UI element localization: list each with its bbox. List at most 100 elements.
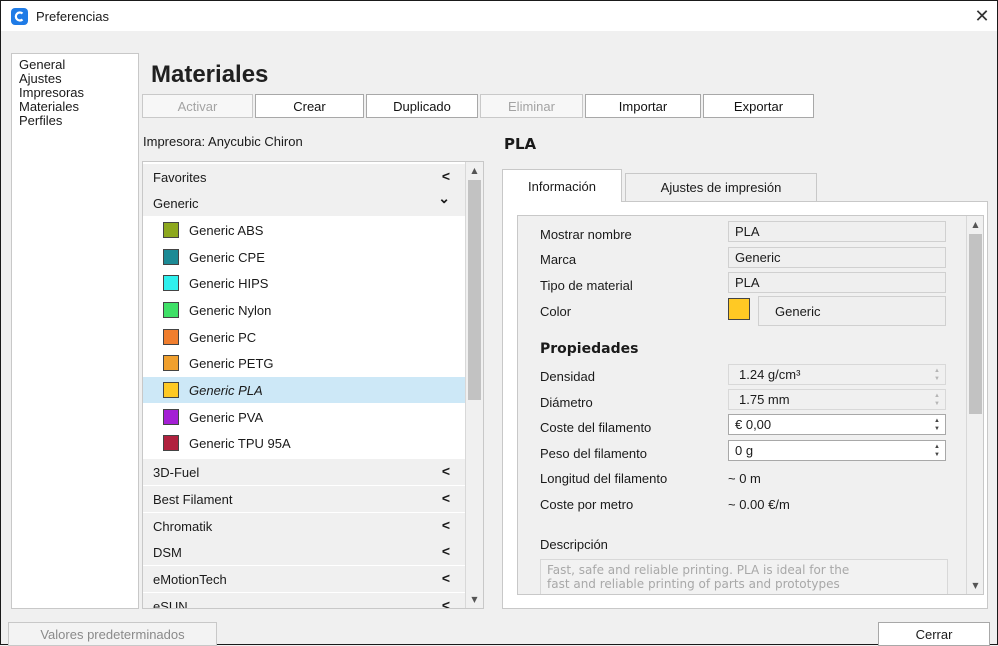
color-swatch bbox=[163, 409, 179, 425]
sidebar-item-general[interactable]: General bbox=[19, 58, 138, 72]
material-label: Generic PC bbox=[189, 329, 257, 345]
category-emotiontech[interactable]: eMotionTech < bbox=[143, 566, 465, 592]
material-label: Generic ABS bbox=[189, 222, 264, 238]
filament-weight-spinbox[interactable]: 0 g ▲ ▼ bbox=[728, 440, 946, 461]
properties-heading: Propiedades bbox=[540, 341, 639, 357]
materials-list-scrollbar[interactable]: ▲ ▼ bbox=[465, 162, 483, 608]
material-item-generic-pc[interactable]: Generic PC bbox=[143, 324, 465, 350]
material-item-generic-tpu-95a[interactable]: Generic TPU 95A bbox=[143, 430, 465, 456]
preferences-window: Preferencias ✕ General Ajustes Impresora… bbox=[0, 0, 998, 646]
category-chromatik[interactable]: Chromatik < bbox=[143, 513, 465, 539]
display-name-field[interactable]: PLA bbox=[728, 221, 946, 242]
scroll-down-icon[interactable]: ▼ bbox=[466, 591, 483, 608]
material-label: Generic HIPS bbox=[189, 275, 269, 291]
scrollbar-thumb[interactable] bbox=[468, 180, 481, 400]
delete-button[interactable]: Eliminar bbox=[480, 94, 583, 118]
display-name-label: Mostrar nombre bbox=[540, 227, 632, 242]
material-item-generic-pla[interactable]: Generic PLA bbox=[143, 377, 465, 403]
diameter-label: Diámetro bbox=[540, 395, 593, 410]
color-swatch bbox=[163, 382, 179, 398]
scroll-up-icon[interactable]: ▲ bbox=[466, 162, 483, 179]
category-label: Chromatik bbox=[153, 518, 213, 534]
material-type-field[interactable]: PLA bbox=[728, 272, 946, 293]
duplicate-button[interactable]: Duplicado bbox=[366, 94, 478, 118]
brand-field[interactable]: Generic bbox=[728, 247, 946, 268]
filament-cost-value: € 0,00 bbox=[735, 417, 772, 432]
category-label: Generic bbox=[153, 195, 199, 211]
color-swatch bbox=[163, 275, 179, 291]
sidebar-item-perfiles[interactable]: Perfiles bbox=[19, 114, 138, 128]
category-label: eSUN bbox=[153, 598, 188, 609]
chevron-left-icon: < bbox=[441, 168, 450, 184]
color-label: Color bbox=[540, 304, 572, 319]
material-label: Generic CPE bbox=[189, 249, 265, 265]
material-item-generic-pva[interactable]: Generic PVA bbox=[143, 404, 465, 430]
reset-defaults-button[interactable]: Valores predeterminados bbox=[8, 622, 217, 646]
chevron-left-icon: < bbox=[441, 570, 450, 586]
filament-cost-spinbox[interactable]: € 0,00 ▲ ▼ bbox=[728, 414, 946, 435]
close-button[interactable]: Cerrar bbox=[878, 622, 990, 646]
category-favorites[interactable]: Favorites < bbox=[143, 164, 465, 190]
chevron-left-icon: < bbox=[441, 597, 450, 609]
sidebar-item-impresoras[interactable]: Impresoras bbox=[19, 86, 138, 100]
material-item-generic-nylon[interactable]: Generic Nylon bbox=[143, 297, 465, 323]
material-type-label: Tipo de material bbox=[540, 278, 633, 293]
materials-list[interactable]: Favorites < Generic ⌄ Generic ABS Generi… bbox=[142, 161, 484, 609]
sidebar-item-ajustes[interactable]: Ajustes bbox=[19, 72, 138, 86]
color-swatch bbox=[163, 222, 179, 238]
import-button[interactable]: Importar bbox=[585, 94, 701, 118]
material-item-generic-abs[interactable]: Generic ABS bbox=[143, 217, 465, 243]
filament-weight-value: 0 g bbox=[735, 443, 754, 458]
color-name-field[interactable]: Generic bbox=[758, 296, 946, 326]
activate-button[interactable]: Activar bbox=[142, 94, 253, 118]
cost-per-meter-label: Coste por metro bbox=[540, 497, 634, 512]
tab-ajustes-impresion[interactable]: Ajustes de impresión bbox=[625, 173, 817, 202]
export-button[interactable]: Exportar bbox=[703, 94, 814, 118]
category-best-filament[interactable]: Best Filament < bbox=[143, 486, 465, 512]
create-button[interactable]: Crear bbox=[255, 94, 364, 118]
density-spinbox[interactable]: 1.24 g/cm³ ▲ ▼ bbox=[728, 364, 946, 385]
material-label: Generic PVA bbox=[189, 409, 264, 425]
cost-per-meter-value: ~ 0.00 €/m bbox=[728, 497, 790, 512]
material-label: Generic PLA bbox=[189, 382, 263, 398]
category-esun[interactable]: eSUN < bbox=[143, 593, 465, 609]
material-item-generic-cpe[interactable]: Generic CPE bbox=[143, 244, 465, 270]
material-item-generic-hips[interactable]: Generic HIPS bbox=[143, 270, 465, 296]
color-swatch bbox=[163, 302, 179, 318]
color-swatch bbox=[163, 329, 179, 345]
density-value: 1.24 g/cm³ bbox=[739, 367, 801, 382]
category-label: eMotionTech bbox=[153, 571, 227, 587]
spinner-arrows-icon: ▲ ▼ bbox=[934, 392, 940, 407]
description-line: Fast, safe and reliable printing. PLA is… bbox=[547, 563, 850, 577]
material-label: Generic PETG bbox=[189, 355, 274, 371]
color-swatch-button[interactable] bbox=[728, 298, 750, 320]
category-label: Favorites bbox=[153, 169, 207, 185]
category-generic[interactable]: Generic ⌄ bbox=[143, 190, 465, 216]
diameter-spinbox[interactable]: 1.75 mm ▲ ▼ bbox=[728, 389, 946, 410]
category-label: Best Filament bbox=[153, 491, 233, 507]
filament-cost-label: Coste del filamento bbox=[540, 420, 652, 435]
scrollbar-thumb[interactable] bbox=[969, 234, 982, 414]
filament-length-value: ~ 0 m bbox=[728, 471, 761, 486]
info-panel-scrollbar[interactable]: ▲ ▼ bbox=[966, 216, 983, 594]
material-label: Generic TPU 95A bbox=[189, 435, 291, 451]
chevron-left-icon: < bbox=[441, 543, 450, 559]
spinner-arrows-icon[interactable]: ▲ ▼ bbox=[929, 441, 945, 460]
tab-informacion[interactable]: Información bbox=[502, 169, 622, 202]
description-field[interactable]: Fast, safe and reliable printing. PLA is… bbox=[540, 559, 948, 594]
printer-label: Impresora: Anycubic Chiron bbox=[143, 134, 303, 149]
material-info-panel: Mostrar nombre PLA Marca Generic Tipo de… bbox=[517, 215, 984, 595]
close-icon[interactable]: ✕ bbox=[967, 1, 997, 31]
material-item-generic-petg[interactable]: Generic PETG bbox=[143, 350, 465, 376]
color-swatch bbox=[163, 249, 179, 265]
category-3d-fuel[interactable]: 3D-Fuel < bbox=[143, 459, 465, 485]
spinner-arrows-icon[interactable]: ▲ ▼ bbox=[929, 415, 945, 434]
sidebar-item-materiales[interactable]: Materiales bbox=[19, 100, 138, 114]
scroll-down-icon[interactable]: ▼ bbox=[967, 577, 983, 594]
color-swatch bbox=[163, 355, 179, 371]
chevron-left-icon: < bbox=[441, 490, 450, 506]
category-dsm[interactable]: DSM < bbox=[143, 539, 465, 565]
page-title: Materiales bbox=[151, 61, 269, 88]
scroll-up-icon[interactable]: ▲ bbox=[967, 216, 983, 233]
description-line: fast and reliable printing of parts and … bbox=[547, 577, 840, 591]
